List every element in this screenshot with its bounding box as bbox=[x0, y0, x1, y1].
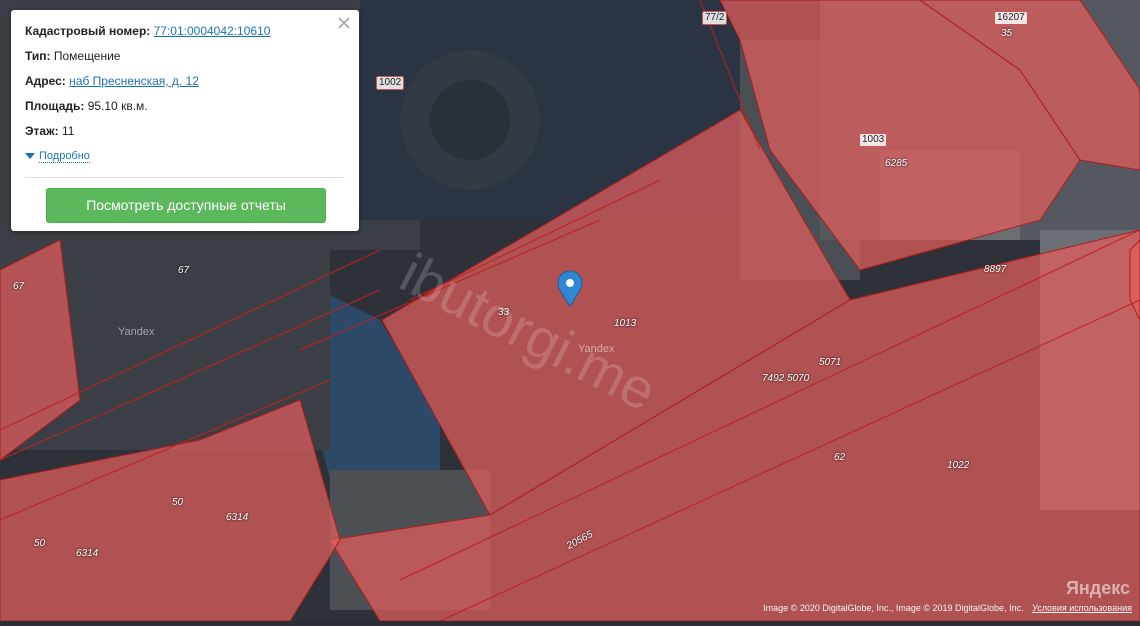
copyright-text: Image © 2020 DigitalGlobe, Inc., Image ©… bbox=[763, 603, 1024, 613]
parcel-number: 7492 5070 bbox=[762, 373, 810, 384]
details-label: Подробно bbox=[39, 150, 90, 163]
parcel-number: 50 bbox=[172, 497, 184, 508]
cadastral-row: Кадастровый номер: 77:01:0004042:10610 bbox=[25, 24, 270, 38]
floor-row: Этаж: 11 bbox=[25, 124, 74, 138]
parcel-number: 1013 bbox=[614, 318, 637, 329]
floor-value: 11 bbox=[61, 124, 75, 138]
parcel-number: 1022 bbox=[947, 460, 970, 471]
parcel-number: 67 bbox=[13, 281, 25, 292]
parcel-number: 62 bbox=[834, 452, 846, 463]
type-value: Помещение bbox=[53, 49, 121, 63]
address-link[interactable]: наб Пресненская, д. 12 bbox=[69, 74, 199, 88]
view-reports-button[interactable]: Посмотреть доступные отчеты bbox=[46, 188, 326, 223]
address-row: Адрес: наб Пресненская, д. 12 bbox=[25, 74, 199, 88]
parcel-number: 50 bbox=[34, 538, 46, 549]
popup-divider bbox=[25, 177, 345, 178]
area-label: Площадь: bbox=[25, 99, 85, 113]
parcel-number: 35 bbox=[1001, 28, 1013, 39]
parcel-number: 6314 bbox=[226, 512, 249, 523]
chevron-down-icon bbox=[25, 153, 35, 160]
details-toggle[interactable]: Подробно bbox=[25, 150, 90, 163]
yandex-logo: Яндекс bbox=[1065, 578, 1130, 598]
parcel-label[interactable]: 1002 bbox=[376, 76, 405, 90]
cadastral-link[interactable]: 77:01:0004042:10610 bbox=[154, 24, 271, 38]
parcel-label[interactable]: 77/2 bbox=[702, 11, 728, 25]
parcel-number: 8897 bbox=[984, 264, 1007, 275]
parcel-number: 6314 bbox=[76, 548, 99, 559]
parcel-number: 5071 bbox=[819, 357, 842, 368]
parcel-label[interactable]: 1003 bbox=[859, 133, 888, 147]
map-attribution: Image © 2020 DigitalGlobe, Inc., Image ©… bbox=[763, 603, 1132, 613]
terms-link[interactable]: Условия использования bbox=[1032, 603, 1132, 613]
type-row: Тип: Помещение bbox=[25, 49, 120, 63]
close-icon[interactable] bbox=[337, 16, 351, 30]
area-row: Площадь: 95.10 кв.м. bbox=[25, 99, 148, 113]
address-label: Адрес: bbox=[25, 74, 66, 88]
parcel-number: 6285 bbox=[885, 158, 908, 169]
cadastral-label: Кадастровый номер: bbox=[25, 24, 151, 38]
parcel-label[interactable]: 16207 bbox=[994, 11, 1028, 25]
parcel-number: 67 bbox=[178, 265, 190, 276]
area-value: 95.10 кв.м. bbox=[87, 99, 148, 113]
floor-label: Этаж: bbox=[25, 124, 59, 138]
yandex-mark: Yandex bbox=[118, 326, 155, 338]
parcel-info-popup: Кадастровый номер: 77:01:0004042:10610 Т… bbox=[11, 10, 359, 231]
type-label: Тип: bbox=[25, 49, 51, 63]
